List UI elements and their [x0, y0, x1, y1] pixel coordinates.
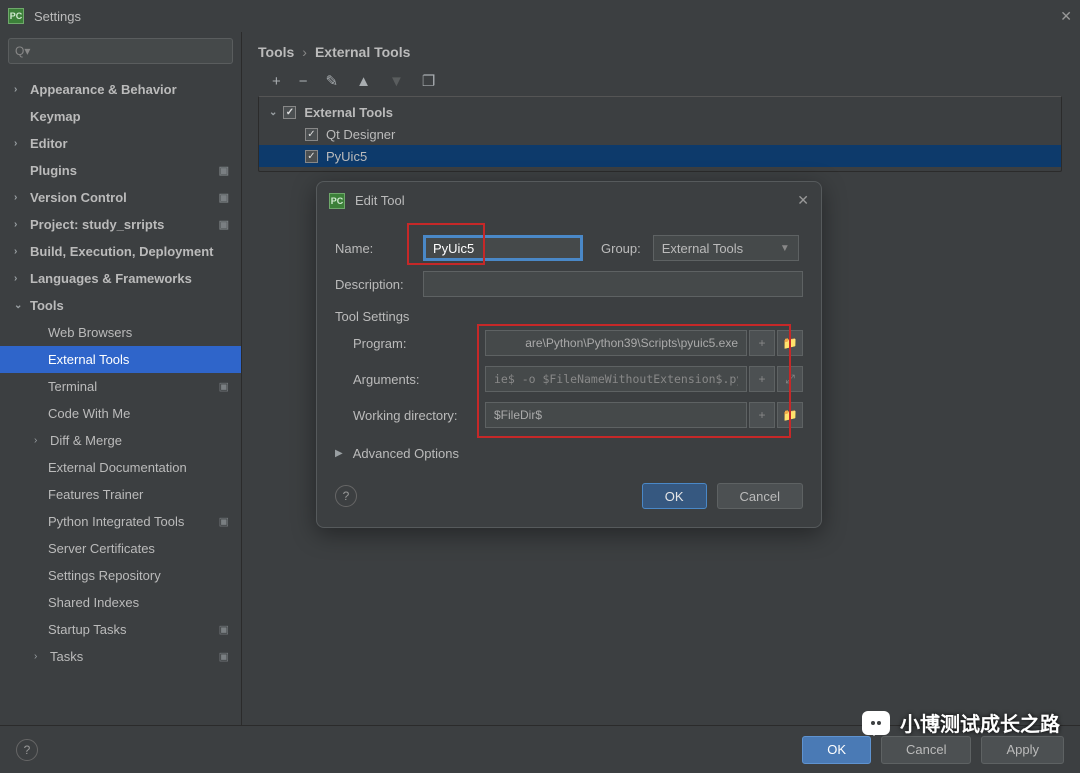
working-dir-field[interactable]: [485, 402, 747, 428]
gear-icon: ▣: [219, 380, 229, 393]
sidebar-item-vcs[interactable]: ›Version Control▣: [0, 184, 241, 211]
sidebar-item-lang[interactable]: ›Languages & Frameworks: [0, 265, 241, 292]
search-input[interactable]: Q▾: [8, 38, 233, 64]
group-label: Group:: [601, 241, 641, 256]
sidebar-item-features[interactable]: Features Trainer: [0, 481, 241, 508]
sidebar-item-external-tools[interactable]: External Tools: [0, 346, 241, 373]
edit-button[interactable]: ✎: [326, 72, 339, 90]
sidebar-item-startup[interactable]: Startup Tasks▣: [0, 616, 241, 643]
browse-folder-icon[interactable]: 📁: [777, 330, 803, 356]
chevron-right-icon: ▶: [335, 448, 343, 459]
gear-icon: ▣: [219, 164, 229, 177]
name-field[interactable]: [423, 235, 583, 261]
working-dir-label: Working directory:: [353, 408, 485, 423]
arguments-field[interactable]: [485, 366, 747, 392]
external-tools-toolbar: + − ✎ ▲ ▼ ❐: [258, 70, 1080, 96]
arguments-label: Arguments:: [353, 372, 485, 387]
sidebar-item-ext-doc[interactable]: External Documentation: [0, 454, 241, 481]
tool-settings-header: Tool Settings: [335, 309, 803, 324]
sidebar-item-python-tools[interactable]: Python Integrated Tools▣: [0, 508, 241, 535]
sidebar-item-keymap[interactable]: Keymap: [0, 103, 241, 130]
help-button[interactable]: ?: [16, 739, 38, 761]
external-tools-tree: ⌄✓External Tools ✓Qt Designer ✓PyUic5: [258, 96, 1062, 172]
wechat-icon: [862, 711, 890, 735]
dialog-cancel-button[interactable]: Cancel: [717, 483, 803, 509]
sidebar-item-tasks[interactable]: ›Tasks▣: [0, 643, 241, 670]
name-label: Name:: [335, 241, 423, 256]
insert-macro-button[interactable]: +: [749, 402, 775, 428]
copy-button[interactable]: ❐: [422, 72, 435, 90]
program-field[interactable]: [485, 330, 747, 356]
sidebar-item-build[interactable]: ›Build, Execution, Deployment: [0, 238, 241, 265]
sidebar-item-plugins[interactable]: Plugins▣: [0, 157, 241, 184]
gear-icon: ▣: [219, 623, 229, 636]
ok-button[interactable]: OK: [802, 736, 871, 764]
apply-button[interactable]: Apply: [981, 736, 1064, 764]
dialog-close-icon[interactable]: ✕: [797, 192, 809, 209]
sidebar-item-editor[interactable]: ›Editor: [0, 130, 241, 157]
breadcrumb: Tools›External Tools: [258, 32, 1080, 70]
expand-icon[interactable]: ⤢: [777, 366, 803, 392]
watermark: 小博测试成长之路: [862, 708, 1060, 737]
sidebar-item-web-browsers[interactable]: Web Browsers: [0, 319, 241, 346]
pycharm-icon: PC: [329, 193, 345, 209]
window-titlebar: PC Settings ✕: [0, 0, 1080, 32]
dialog-help-button[interactable]: ?: [335, 485, 357, 507]
dialog-title: Edit Tool: [355, 193, 405, 208]
checkbox-icon[interactable]: ✓: [305, 128, 318, 141]
sidebar-item-appearance[interactable]: ›Appearance & Behavior: [0, 76, 241, 103]
description-label: Description:: [335, 277, 423, 292]
window-title: Settings: [34, 9, 81, 24]
checkbox-icon[interactable]: ✓: [305, 150, 318, 163]
pycharm-icon: PC: [8, 8, 24, 24]
tree-item-qt-designer[interactable]: ✓Qt Designer: [259, 123, 1061, 145]
browse-folder-icon[interactable]: 📁: [777, 402, 803, 428]
sidebar-item-codewithme[interactable]: Code With Me: [0, 400, 241, 427]
sidebar-item-project[interactable]: ›Project: study_srripts▣: [0, 211, 241, 238]
tree-root[interactable]: ⌄✓External Tools: [259, 101, 1061, 123]
move-down-button[interactable]: ▼: [389, 73, 404, 90]
insert-macro-button[interactable]: +: [749, 330, 775, 356]
gear-icon: ▣: [219, 218, 229, 231]
sidebar-item-shared-idx[interactable]: Shared Indexes: [0, 589, 241, 616]
gear-icon: ▣: [219, 191, 229, 204]
program-label: Program:: [353, 336, 485, 351]
checkbox-icon[interactable]: ✓: [283, 106, 296, 119]
advanced-options-toggle[interactable]: ▶Advanced Options: [335, 446, 803, 461]
dialog-ok-button[interactable]: OK: [642, 483, 707, 509]
search-icon: Q▾: [15, 44, 30, 58]
sidebar-item-diff-merge[interactable]: ›Diff & Merge: [0, 427, 241, 454]
sidebar-item-server-certs[interactable]: Server Certificates: [0, 535, 241, 562]
sidebar-item-terminal[interactable]: Terminal▣: [0, 373, 241, 400]
description-field[interactable]: [423, 271, 803, 297]
settings-tree: ›Appearance & Behavior Keymap ›Editor Pl…: [0, 70, 241, 725]
tree-item-pyuic5[interactable]: ✓PyUic5: [259, 145, 1061, 167]
sidebar-item-settings-repo[interactable]: Settings Repository: [0, 562, 241, 589]
cancel-button[interactable]: Cancel: [881, 736, 971, 764]
gear-icon: ▣: [219, 650, 229, 663]
dialog-titlebar: PC Edit Tool ✕: [317, 182, 821, 219]
chevron-down-icon: ▼: [780, 243, 790, 254]
sidebar-item-tools[interactable]: ⌄Tools: [0, 292, 241, 319]
insert-macro-button[interactable]: +: [749, 366, 775, 392]
settings-sidebar: Q▾ ›Appearance & Behavior Keymap ›Editor…: [0, 32, 242, 725]
remove-button[interactable]: −: [299, 73, 308, 90]
group-combo[interactable]: External Tools▼: [653, 235, 799, 261]
gear-icon: ▣: [219, 515, 229, 528]
edit-tool-dialog: PC Edit Tool ✕ Name: Group: External Too…: [316, 181, 822, 528]
window-close-icon[interactable]: ✕: [1060, 8, 1072, 25]
move-up-button[interactable]: ▲: [356, 73, 371, 90]
add-button[interactable]: +: [272, 73, 281, 90]
